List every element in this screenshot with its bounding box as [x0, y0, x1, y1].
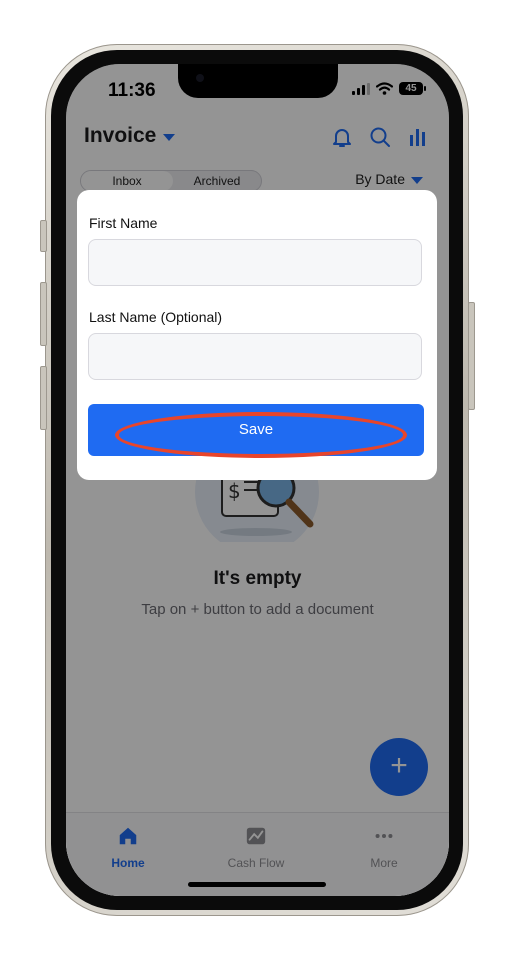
- silent-switch: [40, 220, 47, 252]
- highlight-annotation: [115, 412, 407, 458]
- last-name-field[interactable]: [88, 333, 422, 380]
- modal-overlay[interactable]: [66, 64, 449, 896]
- power-button: [468, 302, 475, 410]
- volume-up-button: [40, 282, 47, 346]
- last-name-label: Last Name (Optional): [89, 309, 223, 325]
- first-name-field[interactable]: [88, 239, 422, 286]
- volume-down-button: [40, 366, 47, 430]
- screen: 11:36 45 Invoice Inbox Archived By Date …: [66, 64, 449, 896]
- first-name-label: First Name: [89, 215, 158, 231]
- name-dialog: First Name Last Name (Optional) Save: [77, 190, 437, 480]
